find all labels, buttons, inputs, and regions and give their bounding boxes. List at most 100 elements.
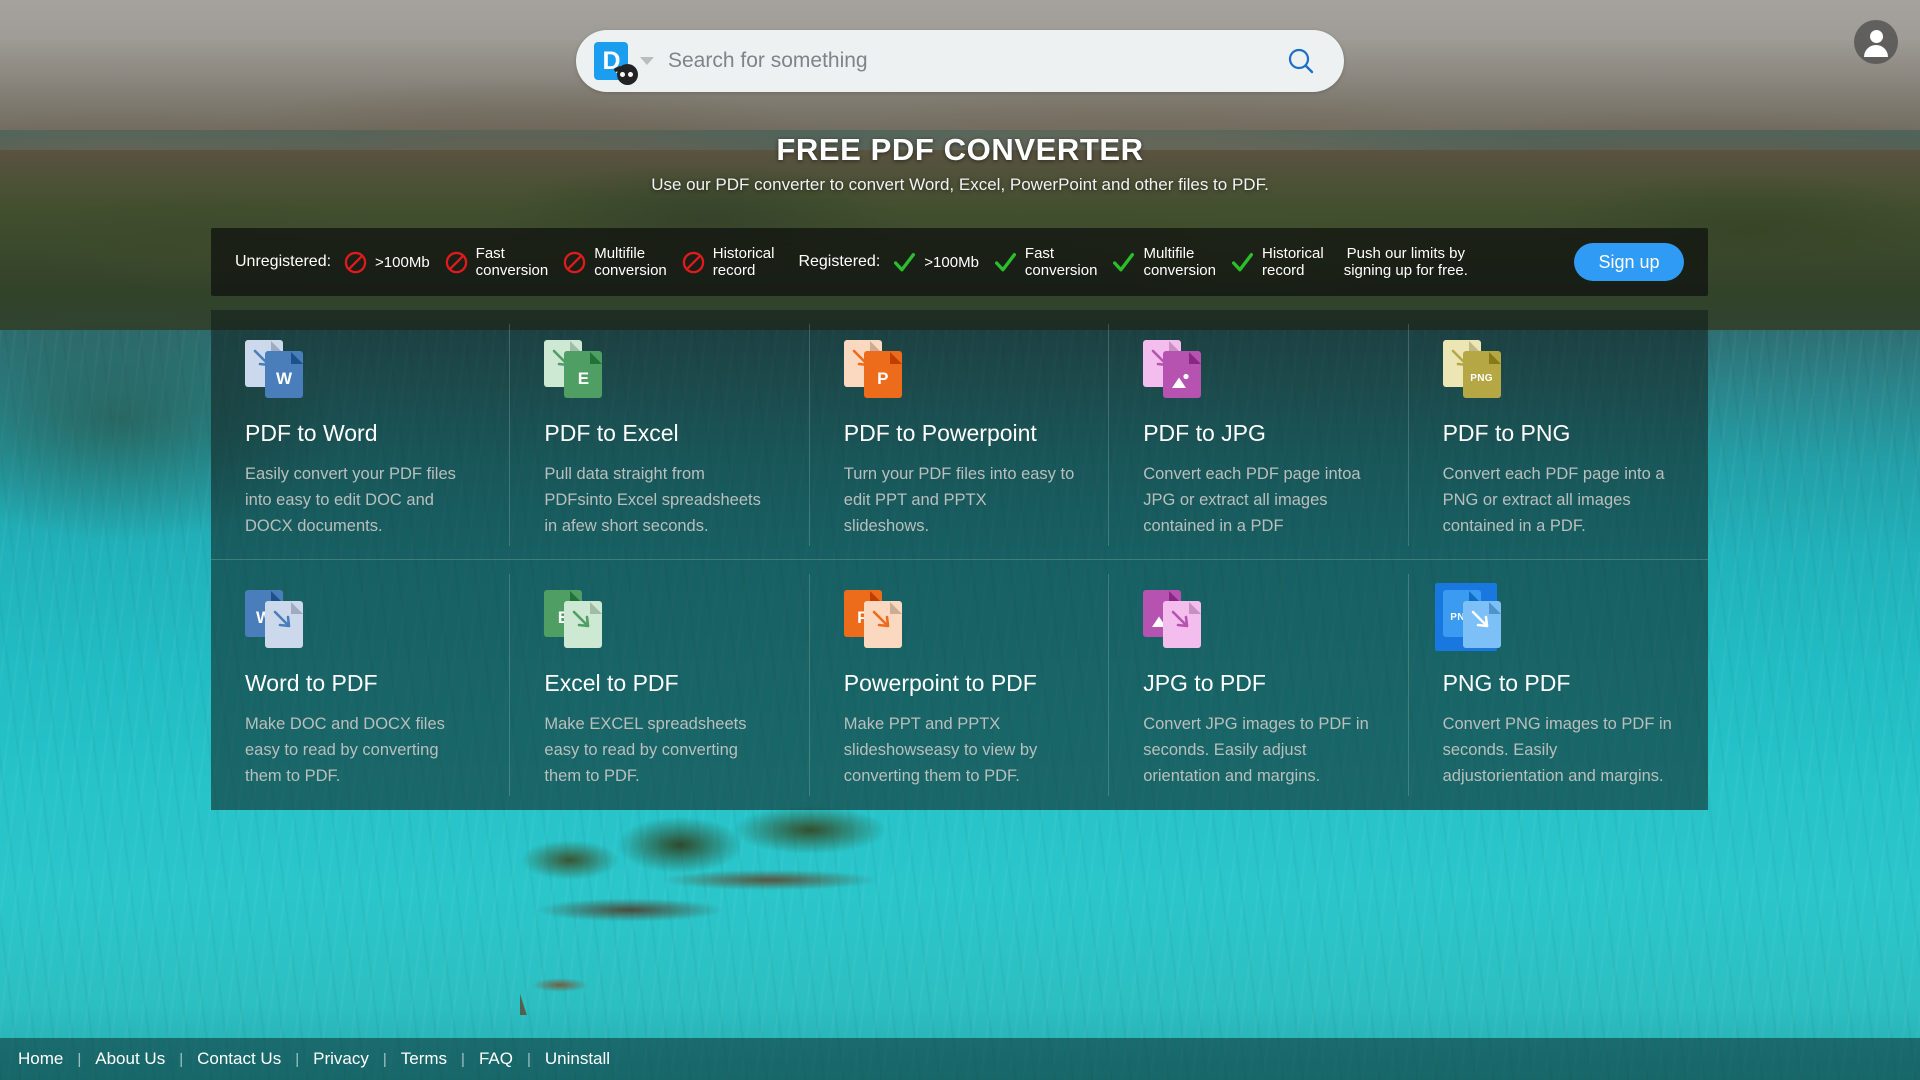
unregistered-feature-label: >100Mb	[375, 253, 430, 271]
tool-card-description: Make EXCEL spreadsheets easy to read by …	[544, 715, 747, 785]
unregistered-feature-list: >100Mb Fast conversion Multifile conversio…	[343, 245, 788, 279]
ninja-icon	[617, 64, 638, 85]
tool-card-title: JPG to PDF	[1143, 670, 1266, 696]
tool-card-title: PDF to Word	[245, 420, 378, 446]
no-entry-icon	[343, 250, 368, 275]
tool-card-jpg-to-pdf[interactable]: JPG to PDF Convert JPG images to PDF in s…	[1109, 560, 1410, 810]
download-arrow-icon	[571, 609, 595, 638]
registered-feature-label: >100Mb	[924, 253, 979, 271]
unregistered-feature-label: Historical record	[712, 245, 775, 279]
tool-card-title: Powerpoint to PDF	[843, 670, 1037, 696]
registered-feature-label: Fast conversion	[1024, 245, 1098, 279]
file-type-label: W	[275, 369, 293, 388]
footer-link-terms[interactable]: Terms	[387, 1049, 461, 1069]
file-sheet	[265, 601, 303, 648]
unregistered-feature-item: >100Mb	[343, 250, 430, 275]
feature-comparison-bar: Unregistered: >100Mb Fast conversion Multi…	[211, 228, 1708, 296]
tool-card-title: PDF to JPG	[1143, 420, 1266, 446]
avatar-head	[1869, 30, 1883, 43]
footer-link-uninstall[interactable]: Uninstall	[531, 1049, 624, 1069]
tool-card-description: Make DOC and DOCX files easy to read by …	[245, 715, 445, 785]
file-sheet	[863, 601, 902, 648]
tool-card-description: Convert each PDF page intoa JPG or extra…	[1143, 465, 1361, 535]
tool-card-title: PNG to PDF	[1442, 670, 1571, 696]
pdf-to-jpg-icon[interactable]	[1143, 340, 1205, 398]
unregistered-feature-label: Fast conversion	[475, 245, 549, 279]
excel-to-pdf-icon[interactable]: E	[544, 590, 606, 648]
unregistered-label: Unregistered:	[235, 253, 332, 270]
jpg-to-pdf-icon[interactable]	[1143, 590, 1205, 648]
page-fold-icon	[291, 351, 303, 364]
hero-section: FREE PDF CONVERTER Use our PDF converter…	[0, 132, 1920, 195]
check-icon	[892, 250, 917, 275]
registered-feature-item: Fast conversion	[993, 245, 1098, 279]
file-sheet	[1163, 351, 1202, 398]
tool-card-pdf-to-png[interactable]: PNG PDF to PNG Convert each PDF page into …	[1408, 310, 1709, 560]
tool-card-description: Turn your PDF files into easy to edit PP…	[843, 465, 1075, 535]
file-sheet: P	[863, 351, 902, 398]
registered-feature-label: Historical record	[1262, 245, 1324, 279]
page-title: FREE PDF CONVERTER	[776, 132, 1144, 167]
download-arrow-icon	[1470, 609, 1494, 638]
footer-link-home[interactable]: Home	[18, 1049, 77, 1069]
tool-card-description: Pull data straight from PDFsinto Excel s…	[544, 465, 761, 535]
tool-card-pdf-to-powerpoint[interactable]: P PDF to Powerpoint Turn your PDF files in…	[809, 310, 1110, 560]
tool-card-title: PDF to Powerpoint	[843, 420, 1037, 446]
user-avatar-icon[interactable]	[1854, 20, 1898, 64]
pdf-to-excel-icon[interactable]: E	[544, 340, 606, 398]
check-icon	[1111, 250, 1136, 275]
download-arrow-icon	[871, 609, 895, 638]
registered-feature-item: >100Mb	[892, 250, 979, 275]
tool-card-png-to-pdf[interactable]: PNG PNG to PDF Convert PNG images to PDF i…	[1409, 560, 1708, 810]
word-to-pdf-icon[interactable]: W	[245, 590, 307, 648]
check-icon	[1230, 250, 1255, 275]
tool-card-pdf-to-word[interactable]: W PDF to Word Easily convert your PDF file…	[211, 310, 511, 560]
tool-card-powerpoint-to-pdf[interactable]: P Powerpoint to PDF Make PPT and PPTX slid…	[810, 560, 1110, 810]
avatar-body	[1864, 45, 1888, 57]
tool-card-pdf-to-jpg[interactable]: PDF to JPG Convert each PDF page intoa JP…	[1109, 310, 1410, 560]
file-sheet: PNG	[1462, 351, 1501, 398]
tool-card-word-to-pdf[interactable]: W Word to PDF Make DOC and DOCX files easy…	[211, 560, 511, 810]
sign-up-button[interactable]: Sign up	[1574, 243, 1684, 281]
tool-grid: W PDF to Word Easily convert your PDF file…	[211, 310, 1709, 810]
background-shipwreck-mast	[520, 905, 700, 1015]
download-arrow-icon	[272, 609, 296, 638]
search-bar[interactable]: D	[576, 30, 1344, 92]
no-entry-icon	[444, 250, 469, 275]
file-sheet	[1163, 601, 1202, 648]
tool-card-description: Make PPT and PPTX slideshowseasy to view…	[843, 715, 1038, 785]
file-sheet	[564, 601, 603, 648]
tool-card-description: Easily convert your PDF files into easy …	[245, 465, 456, 535]
tool-card-description: Convert JPG images to PDF in seconds. Ea…	[1143, 715, 1369, 785]
tool-card-pdf-to-excel[interactable]: E PDF to Excel Pull data straight from PDF…	[510, 310, 811, 560]
page-fold-icon	[889, 351, 902, 364]
download-arrow-icon	[1170, 609, 1194, 638]
footer-link-privacy[interactable]: Privacy	[299, 1049, 383, 1069]
signup-note: Push our limits by signing up for free.	[1343, 245, 1468, 279]
page-subtitle: Use our PDF converter to convert Word, E…	[651, 175, 1269, 194]
page-fold-icon	[590, 351, 603, 364]
registered-feature-item: Historical record	[1230, 245, 1324, 279]
footer-link-about-us[interactable]: About Us	[81, 1049, 179, 1069]
chevron-down-icon[interactable]	[640, 57, 654, 65]
file-type-label: PNG	[1470, 373, 1493, 384]
footer-link-faq[interactable]: FAQ	[465, 1049, 527, 1069]
file-sheet: W	[265, 351, 303, 398]
pdf-to-word-icon[interactable]: W	[245, 340, 307, 398]
tool-card-title: PDF to Excel	[544, 420, 679, 446]
registered-feature-list: >100Mb Fast conversion Multifile conversio…	[892, 245, 1337, 279]
no-entry-icon	[681, 250, 706, 275]
search-icon[interactable]	[1278, 38, 1324, 84]
app-logo[interactable]: D	[594, 40, 638, 85]
unregistered-feature-item: Fast conversion	[444, 245, 549, 279]
pdf-to-powerpoint-icon[interactable]: P	[843, 340, 906, 398]
powerpoint-to-pdf-icon[interactable]: P	[843, 590, 906, 648]
png-to-pdf-icon[interactable]: PNG	[1434, 583, 1505, 651]
file-sheet	[1462, 601, 1501, 648]
tool-card-title: PDF to PNG	[1442, 420, 1571, 446]
footer-link-contact-us[interactable]: Contact Us	[183, 1049, 295, 1069]
search-input[interactable]	[668, 49, 1278, 73]
pdf-to-png-icon[interactable]: PNG	[1442, 340, 1505, 398]
footer-nav: Home | About Us | Contact Us | Privacy | Terms | F…	[0, 1038, 1920, 1080]
tool-card-excel-to-pdf[interactable]: E Excel to PDF Make EXCEL spreadsheets eas…	[510, 560, 811, 810]
